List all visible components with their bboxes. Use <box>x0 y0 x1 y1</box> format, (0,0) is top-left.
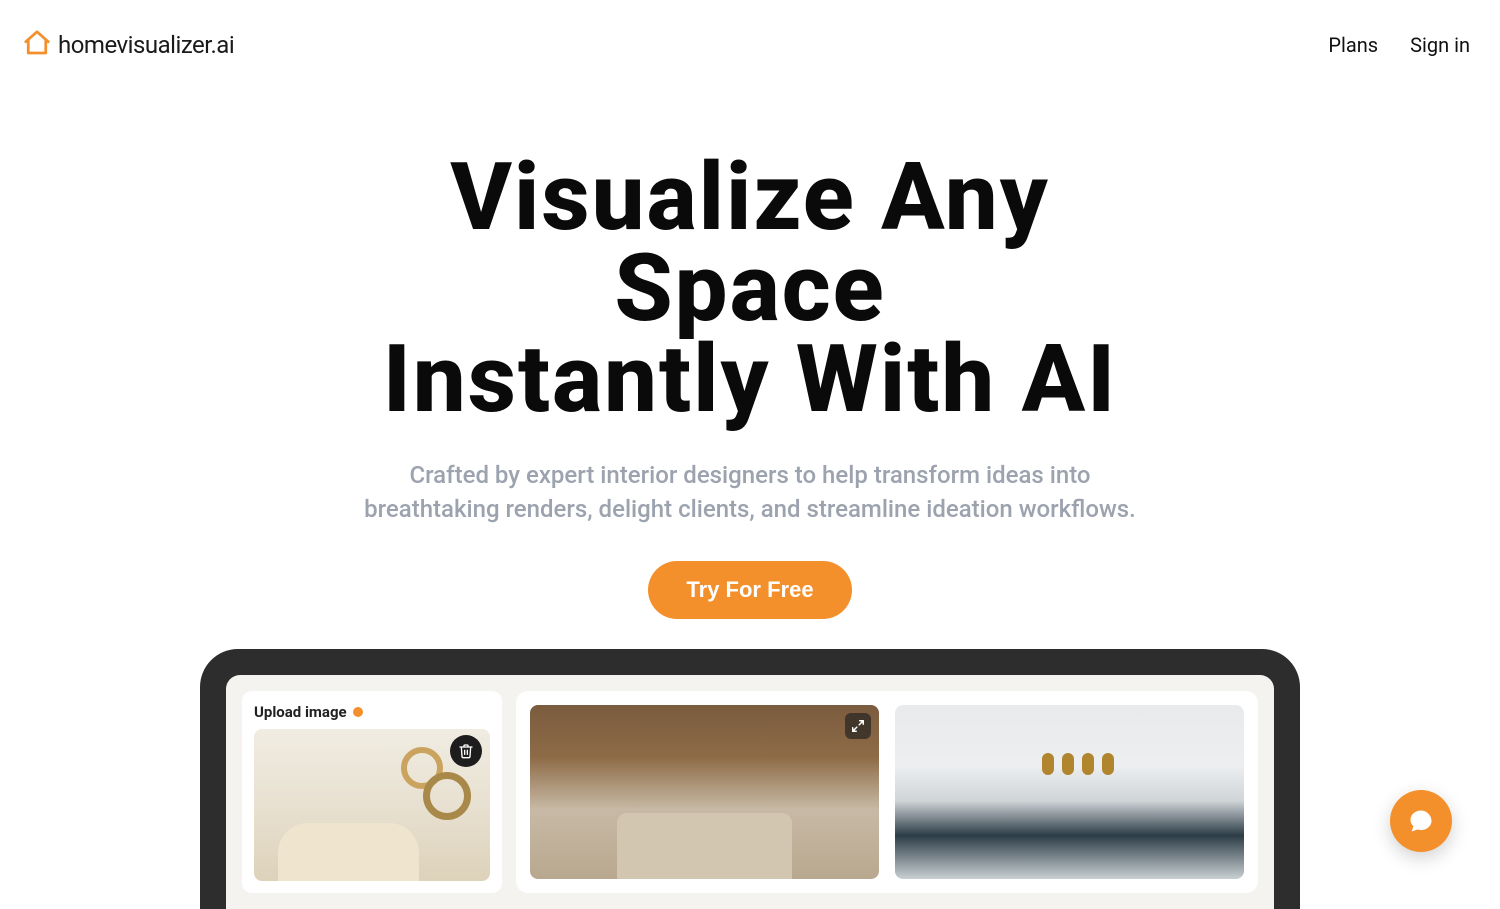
upload-label: Upload image <box>254 703 347 721</box>
status-dot-icon <box>353 707 363 717</box>
nav-plans[interactable]: Plans <box>1328 33 1378 57</box>
expand-button[interactable] <box>845 713 871 739</box>
hero-section: Visualize Any Space Instantly With AI Cr… <box>0 152 1500 619</box>
chat-widget-button[interactable] <box>1390 790 1452 852</box>
uploaded-image-preview[interactable] <box>254 729 490 881</box>
sofa-shape <box>278 823 420 881</box>
brand-logo[interactable]: homevisualizer.ai <box>22 28 234 62</box>
results-gallery <box>516 691 1258 893</box>
house-icon <box>22 28 52 62</box>
bed-shape <box>617 813 792 879</box>
hero-sub-line-1: Crafted by expert interior designers to … <box>409 461 1090 489</box>
hero-subtitle: Crafted by expert interior designers to … <box>0 458 1500 528</box>
tablet-frame: Upload image <box>200 649 1300 909</box>
upload-panel: Upload image <box>242 691 502 893</box>
render-tile-bedroom[interactable] <box>530 705 879 879</box>
nav-sign-in[interactable]: Sign in <box>1410 33 1470 57</box>
trash-icon <box>458 743 474 759</box>
pendant-lights-icon <box>1042 705 1140 775</box>
wall-decor-icon <box>423 772 471 820</box>
hero-line-3: Instantly With AI <box>383 324 1117 434</box>
delete-upload-button[interactable] <box>450 735 482 767</box>
expand-icon <box>851 719 865 733</box>
render-tile-kitchen[interactable] <box>895 705 1244 879</box>
app-preview-screen: Upload image <box>226 675 1274 909</box>
chat-icon <box>1407 807 1435 835</box>
top-nav: Plans Sign in <box>1328 33 1470 57</box>
brand-name: homevisualizer.ai <box>58 31 234 59</box>
upload-header: Upload image <box>254 703 490 721</box>
try-for-free-button[interactable]: Try For Free <box>648 561 851 619</box>
site-header: homevisualizer.ai Plans Sign in <box>0 0 1500 62</box>
hero-sub-line-2: breathtaking renders, delight clients, a… <box>364 495 1136 523</box>
hero-headline: Visualize Any Space Instantly With AI <box>0 152 1500 426</box>
